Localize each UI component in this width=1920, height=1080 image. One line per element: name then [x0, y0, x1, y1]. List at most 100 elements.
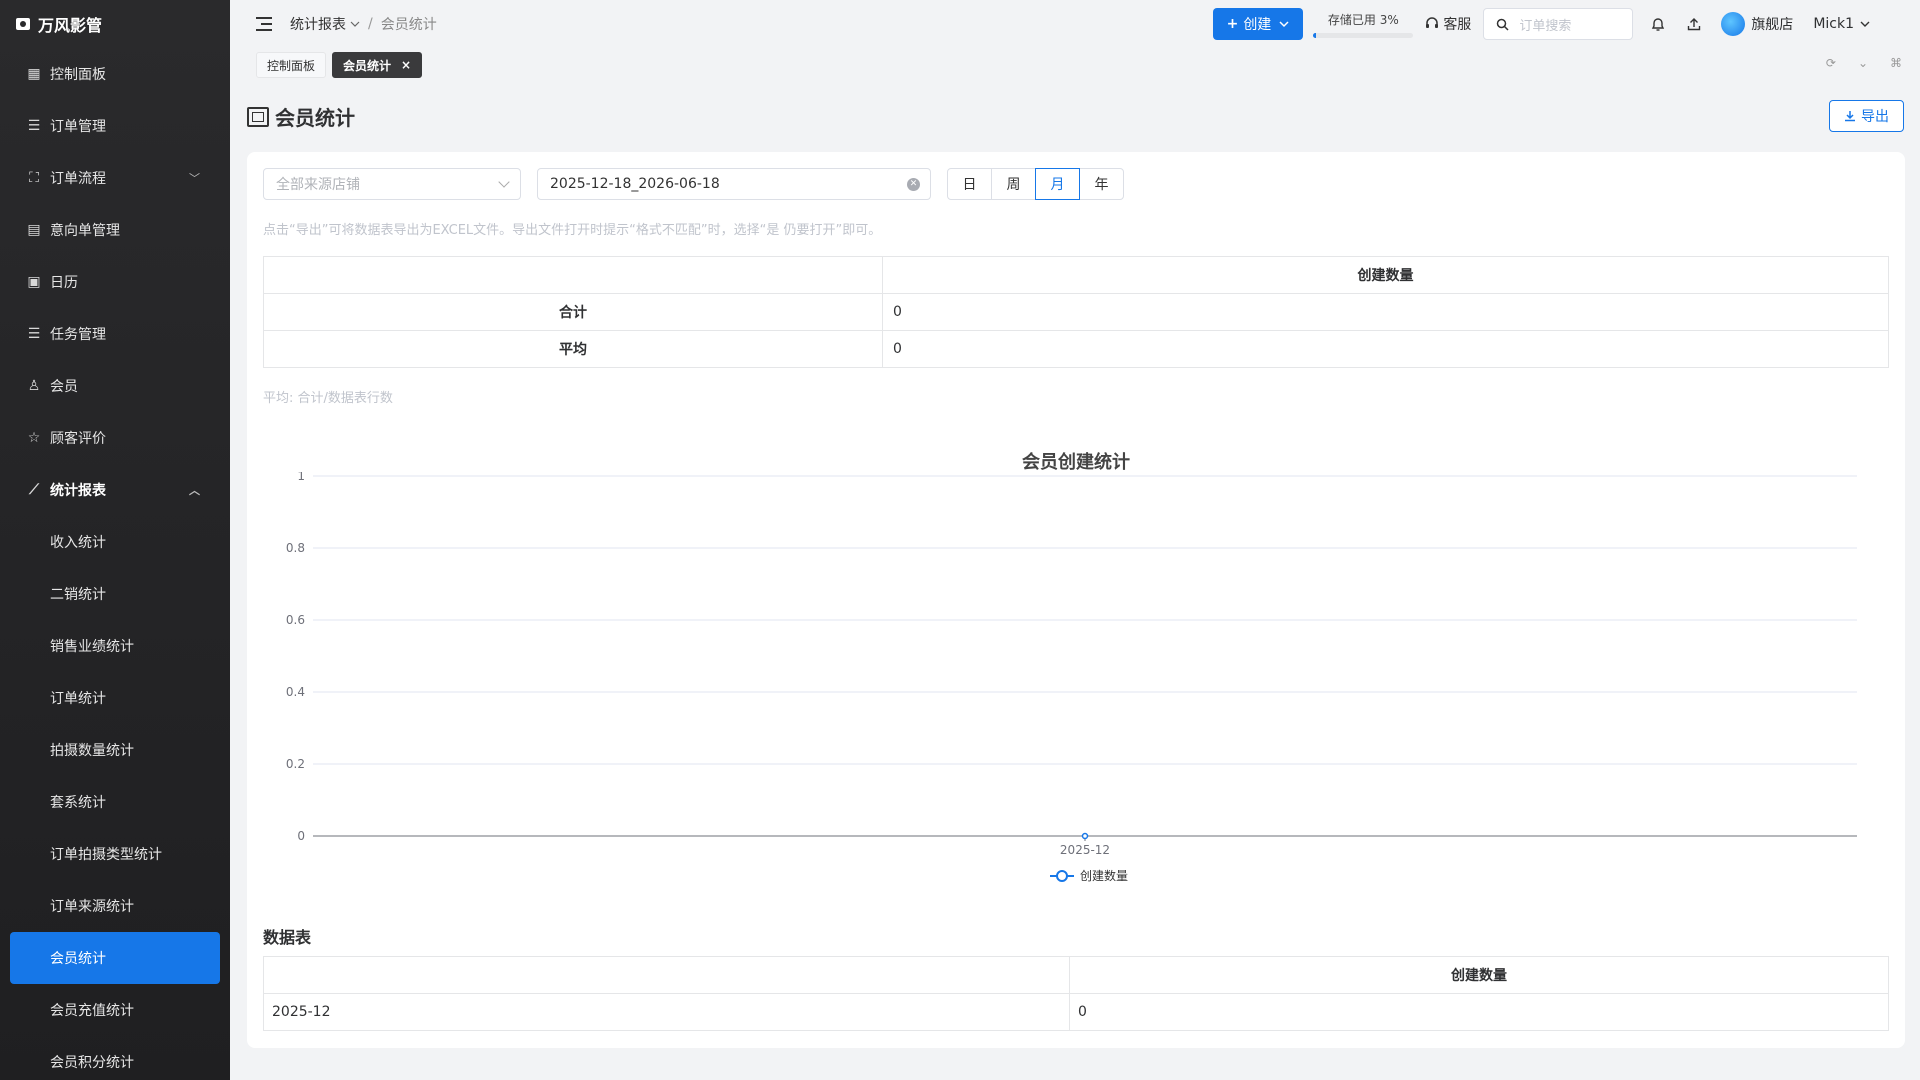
y-tick-label: 0.6: [286, 613, 305, 627]
sidebar-item-label: 会员: [50, 379, 78, 395]
store-select-placeholder: 全部来源店铺: [276, 177, 360, 193]
frame-icon: [247, 106, 269, 127]
table-row: 创建数量: [263, 256, 1889, 294]
sidebar-item-label: 意向单管理: [50, 223, 120, 239]
bell-icon[interactable]: [1649, 15, 1667, 33]
sidebar-subitem[interactable]: 订单拍摄类型统计: [0, 828, 230, 880]
granularity-year[interactable]: 年: [1079, 168, 1124, 200]
sidebar-subitem[interactable]: 会员充值统计: [0, 984, 230, 1036]
breadcrumb-current: 会员统计: [380, 17, 437, 33]
filter-bar: 全部来源店铺 2025-12-18_2026-06-18 ✕ 日 周 月 年: [263, 168, 1124, 200]
user-icon: ♙: [27, 378, 41, 394]
sidebar-subitem[interactable]: 会员积分统计: [0, 1036, 230, 1080]
sidebar-item-2[interactable]: ⛶ 订单流程 ﹀: [0, 152, 230, 204]
store-name[interactable]: 旗舰店: [1751, 14, 1793, 34]
period-cell: 2025-12: [263, 993, 1070, 1031]
tab-dashboard[interactable]: 控制面板: [256, 52, 327, 78]
sidebar-subitem[interactable]: 收入统计: [0, 516, 230, 568]
sidebar-subitem[interactable]: 二销统计: [0, 568, 230, 620]
sidebar-item-8[interactable]: ⟋ 统计报表 ︿: [0, 464, 230, 516]
sidebar-subitem[interactable]: 拍摄数量统计: [0, 724, 230, 776]
pin-icon[interactable]: ⌘: [1890, 56, 1902, 70]
sidebar-item-label: 统计报表: [50, 483, 106, 499]
order-search-input[interactable]: 订单搜索: [1483, 8, 1634, 40]
menu-toggle-icon[interactable]: [256, 17, 272, 31]
create-button[interactable]: + 创建: [1212, 8, 1304, 40]
list-icon: ☰: [27, 118, 41, 134]
granularity-month[interactable]: 月: [1035, 168, 1080, 200]
tabs-bar: 控制面板 会员统计 × ⟳ ⌄ ⌘: [230, 48, 1920, 82]
table-row: 2025-12 0: [263, 993, 1889, 1031]
user-menu[interactable]: Mick1: [1813, 16, 1854, 32]
sidebar-subitem[interactable]: 套系统计: [0, 776, 230, 828]
storage-indicator: 存储已用 3%: [1313, 11, 1414, 38]
sidebar-item-1[interactable]: ☰ 订单管理: [0, 100, 230, 152]
export-button[interactable]: 导出: [1829, 100, 1904, 132]
sidebar-item-label: 顾客评价: [50, 431, 106, 447]
stats-card: 全部来源店铺 2025-12-18_2026-06-18 ✕ 日 周 月 年 点…: [247, 152, 1905, 1048]
chevron-down-icon[interactable]: ⌄: [1858, 56, 1868, 70]
upload-icon[interactable]: [1685, 15, 1703, 33]
sidebar-item-0[interactable]: ▦ 控制面板: [0, 48, 230, 100]
storage-progress-bar: [1313, 32, 1414, 38]
sidebar-item-6[interactable]: ♙ 会员: [0, 360, 230, 412]
plus-icon: +: [1226, 16, 1239, 32]
breadcrumb-parent[interactable]: 统计报表: [290, 14, 346, 34]
customer-service-link[interactable]: 客服: [1425, 14, 1471, 34]
camera-icon: [16, 18, 30, 30]
legend-label: 创建数量: [1080, 868, 1128, 883]
download-icon: [1845, 111, 1855, 122]
tab-member-stats[interactable]: 会员统计 ×: [332, 52, 423, 78]
page-title-text: 会员统计: [275, 106, 355, 130]
sidebar-item-4[interactable]: ▣ 日历: [0, 256, 230, 308]
brand-name: 万风影管: [38, 16, 103, 35]
date-range-value: 2025-12-18_2026-06-18: [550, 176, 720, 192]
chevron-down-icon[interactable]: [1860, 19, 1870, 29]
search-placeholder: 订单搜索: [1519, 18, 1572, 34]
average-note: 平均: 合计/数据表行数: [263, 391, 393, 406]
summary-table: 创建数量 合计 0 平均 0: [263, 256, 1889, 368]
chevron-down-icon: ﹀: [189, 172, 200, 185]
chevron-down-icon: [1279, 21, 1289, 28]
brand[interactable]: 万风影管: [0, 0, 230, 48]
granularity-day[interactable]: 日: [947, 168, 992, 200]
sidebar-subitem[interactable]: 订单来源统计: [0, 880, 230, 932]
page-title: 会员统计: [247, 102, 355, 131]
legend-marker: [1056, 870, 1068, 882]
clear-icon[interactable]: ✕: [907, 178, 920, 191]
refresh-icon[interactable]: ⟳: [1826, 56, 1836, 70]
date-range-picker[interactable]: 2025-12-18_2026-06-18 ✕: [537, 168, 931, 200]
sidebar-item-label: 订单流程: [50, 171, 106, 187]
chevron-down-icon: [350, 21, 360, 27]
sidebar-item-label: 订单管理: [50, 119, 106, 135]
table-header-empty: [263, 256, 883, 294]
granularity-week[interactable]: 周: [991, 168, 1036, 200]
table-row: 合计 0: [263, 293, 1889, 331]
sidebar-item-label: 日历: [50, 275, 78, 291]
sidebar: 万风影管 ▦ 控制面板 ☰ 订单管理 ⛶ 订单流程 ﹀ ▤ 意向单管理 ▣ 日历 ☰ 任务管理 ♙ 会员 ☆ 顾…: [0, 0, 230, 1080]
document-icon: ▤: [27, 222, 41, 238]
calendar-icon: ▣: [27, 274, 41, 290]
tab-label: 会员统计: [343, 58, 392, 73]
customer-service-label: 客服: [1443, 17, 1472, 33]
sidebar-item-5[interactable]: ☰ 任务管理: [0, 308, 230, 360]
sidebar-item-label: 控制面板: [50, 67, 106, 83]
sidebar-item-3[interactable]: ▤ 意向单管理: [0, 204, 230, 256]
sidebar-item-7[interactable]: ☆ 顾客评价: [0, 412, 230, 464]
summary-value: 0: [882, 330, 1889, 368]
store-source-select[interactable]: 全部来源店铺: [263, 168, 521, 200]
create-button-label: 创建: [1243, 17, 1272, 33]
table-row: 平均 0: [263, 330, 1889, 368]
export-button-label: 导出: [1861, 109, 1889, 125]
close-icon[interactable]: ×: [401, 58, 411, 72]
sidebar-subitem[interactable]: 会员统计: [10, 932, 220, 984]
y-tick-label: 0.4: [286, 685, 305, 699]
sidebar-subitem[interactable]: 订单统计: [0, 672, 230, 724]
line-chart: 0 0.2 0.4 0.6 0.8 1 2025-12 创建数量: [286, 472, 1857, 883]
search-icon: [1497, 18, 1509, 31]
breadcrumb-separator: /: [368, 16, 373, 32]
table-header: 创建数量: [1069, 956, 1889, 994]
sidebar-subitem[interactable]: 销售业绩统计: [0, 620, 230, 672]
data-table-title: 数据表: [263, 928, 312, 947]
summary-label: 合计: [263, 293, 883, 331]
